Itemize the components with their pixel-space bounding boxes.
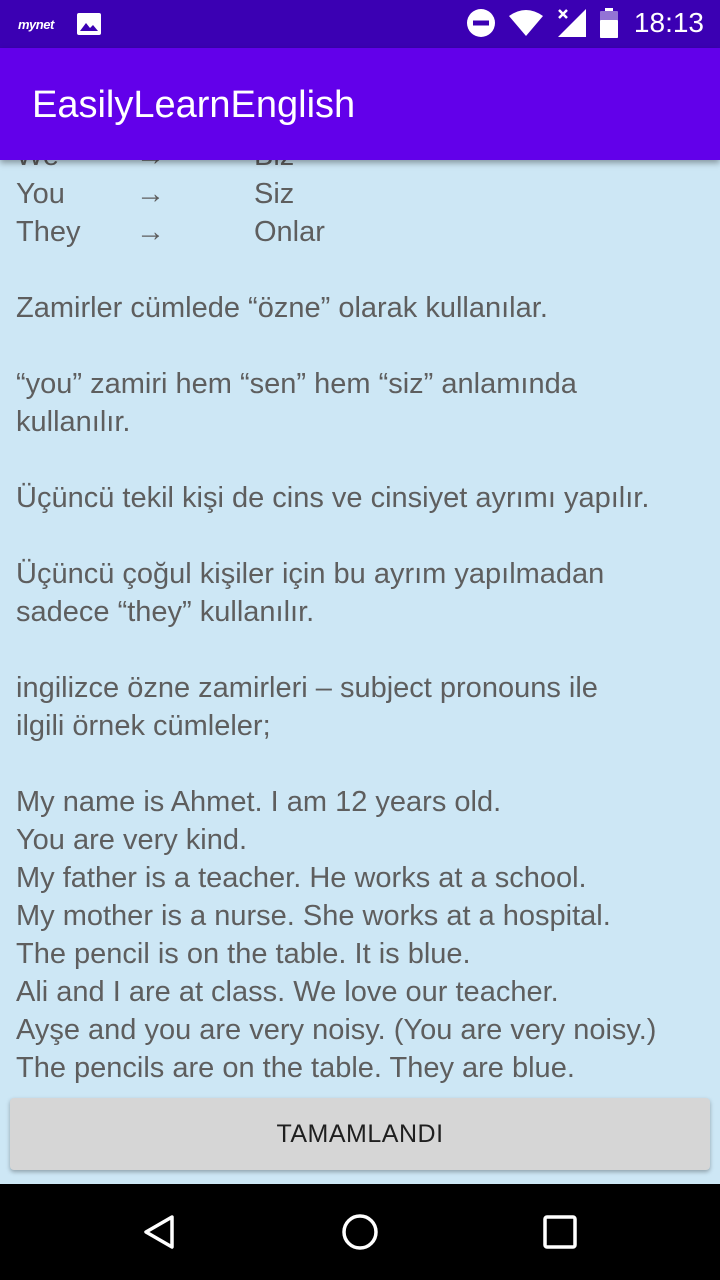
- arrow-icon: →: [136, 178, 165, 210]
- arrow-icon: →: [136, 160, 165, 175]
- example-sentence: My mother is a nurse. She works at a hos…: [16, 900, 611, 932]
- note-text: Üçüncü çoğul kişiler için bu ayrım yapıl…: [16, 558, 605, 590]
- note-text: ilgili örnek cümleler;: [16, 710, 271, 742]
- lesson-content[interactable]: We → Biz You → Siz They → Onlar Zamirler…: [0, 160, 720, 1088]
- example-sentence: My name is Ahmet. I am 12 years old.: [16, 786, 502, 818]
- recents-icon[interactable]: [542, 1214, 578, 1250]
- note-text: kullanılır.: [16, 406, 131, 438]
- pronoun-row-you: You → Siz: [16, 175, 716, 213]
- image-notification-icon: [76, 13, 101, 35]
- back-icon[interactable]: [140, 1212, 180, 1252]
- note-text: “you” zamiri hem “sen” hem “siz” anlamın…: [16, 368, 577, 400]
- lesson-text: We → Biz You → Siz They → Onlar Zamirler…: [16, 160, 716, 1087]
- example-sentence: My father is a teacher. He works at a sc…: [16, 862, 587, 894]
- pronoun-tr: Siz: [254, 178, 295, 210]
- mynet-notification-icon: mynet: [18, 16, 54, 32]
- app-bar: EasilyLearnEnglish: [0, 48, 720, 160]
- signal-icon: [557, 9, 586, 37]
- note-text: sadece “they” kullanılır.: [16, 596, 315, 628]
- note-text: Üçüncü tekil kişi de cins ve cinsiyet ay…: [16, 482, 650, 514]
- example-sentence: The pencils are on the table. They are b…: [16, 1052, 575, 1084]
- pronoun-row-they: They → Onlar: [16, 213, 716, 251]
- example-sentence: Ayşe and you are very noisy. (You are ve…: [16, 1014, 657, 1046]
- example-sentence: You are very kind.: [16, 824, 248, 856]
- complete-button[interactable]: TAMAMLANDI: [10, 1098, 710, 1170]
- arrow-icon: →: [136, 216, 165, 248]
- pronoun-row-we: We → Biz: [16, 160, 716, 175]
- pronoun-en: They: [16, 216, 81, 248]
- note-text: ingilizce özne zamirleri – subject prono…: [16, 672, 598, 704]
- status-bar-system: 18:13: [466, 7, 704, 39]
- note-text: Zamirler cümlede “özne” olarak kullanıla…: [16, 292, 548, 324]
- pronoun-tr: Biz: [254, 160, 294, 175]
- battery-icon: [599, 8, 618, 38]
- pronoun-en: You: [16, 178, 65, 210]
- app-title: EasilyLearnEnglish: [32, 84, 356, 126]
- pronoun-en: We: [16, 160, 59, 175]
- status-bar: mynet 18:13: [0, 0, 720, 48]
- button-container: TAMAMLANDI: [10, 1098, 710, 1170]
- wifi-icon: [508, 10, 543, 36]
- status-bar-time: 18:13: [633, 7, 704, 38]
- pronoun-tr: Onlar: [254, 216, 325, 248]
- navigation-bar: [0, 1184, 720, 1280]
- home-icon[interactable]: [340, 1212, 380, 1252]
- status-bar-notifications: mynet: [18, 12, 102, 36]
- example-sentence: Ali and I are at class. We love our teac…: [16, 976, 559, 1008]
- example-sentence: The pencil is on the table. It is blue.: [16, 938, 471, 970]
- do-not-disturb-icon: [466, 9, 495, 37]
